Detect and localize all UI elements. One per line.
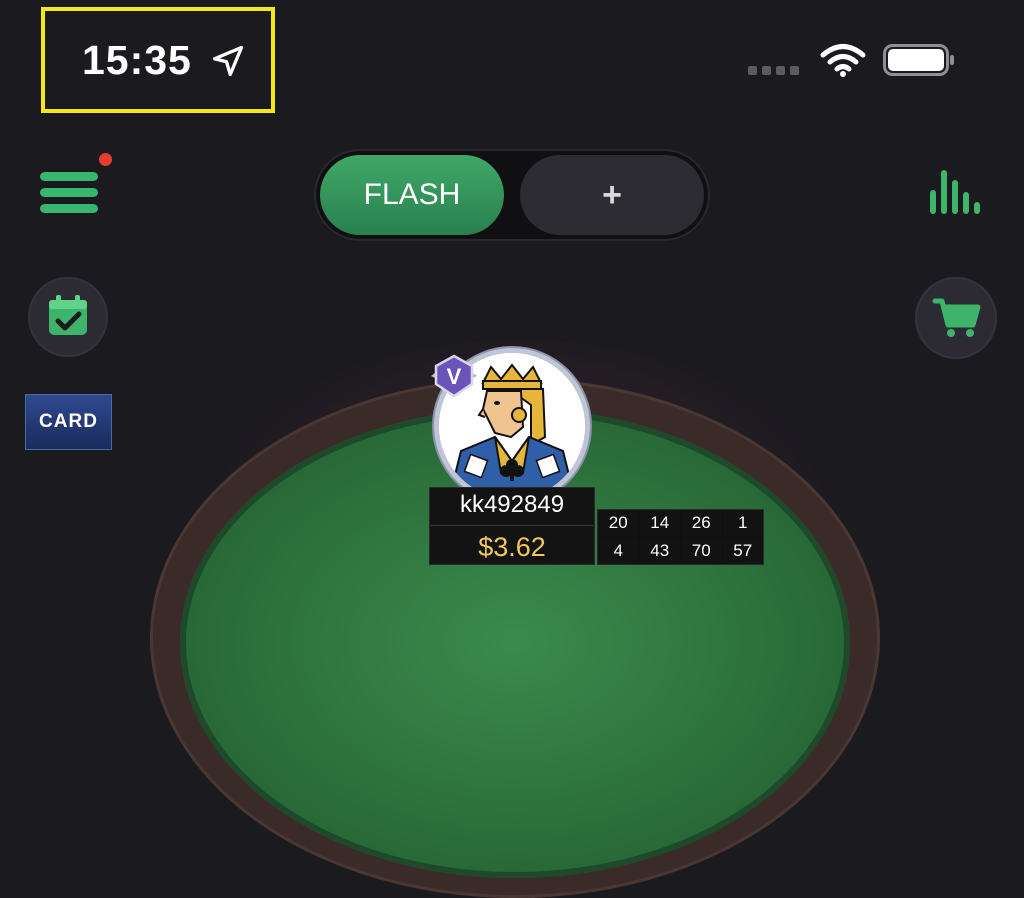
- stat-cell: 57: [722, 537, 763, 564]
- stat-cell: 1: [722, 510, 763, 537]
- bar-stats-icon[interactable]: [928, 166, 982, 216]
- stat-cell: 43: [639, 537, 680, 564]
- stat-cell: 70: [681, 537, 722, 564]
- shopping-cart-icon: [932, 298, 981, 337]
- nameplate-divider: [431, 525, 593, 526]
- menu-button[interactable]: [38, 164, 100, 220]
- tab-flash[interactable]: FLASH: [320, 155, 504, 235]
- player-balance: $3.62: [478, 532, 546, 562]
- calendar-button[interactable]: [28, 277, 108, 357]
- wifi-icon: [820, 44, 866, 77]
- cellular-signal-icon: [748, 66, 799, 75]
- player-name: kk492849: [459, 491, 565, 518]
- calendar-check-icon: [49, 295, 87, 335]
- shop-button[interactable]: [915, 277, 997, 359]
- notification-dot: [99, 153, 112, 166]
- player-stats-grid: 20 14 26 1 4 43 70 57: [597, 509, 764, 565]
- status-time: 15:35: [82, 37, 192, 83]
- tab-add[interactable]: +: [520, 155, 704, 235]
- stat-cell: 26: [681, 510, 722, 537]
- stat-cell: 20: [598, 510, 639, 537]
- stat-cell: 4: [598, 537, 639, 564]
- stat-cell: 14: [639, 510, 680, 537]
- battery-icon: [883, 44, 954, 76]
- card-button[interactable]: CARD: [25, 394, 112, 450]
- vip-badge-letter: V: [447, 364, 462, 389]
- location-arrow-icon: [212, 45, 244, 77]
- vip-badge-icon: V: [431, 354, 477, 398]
